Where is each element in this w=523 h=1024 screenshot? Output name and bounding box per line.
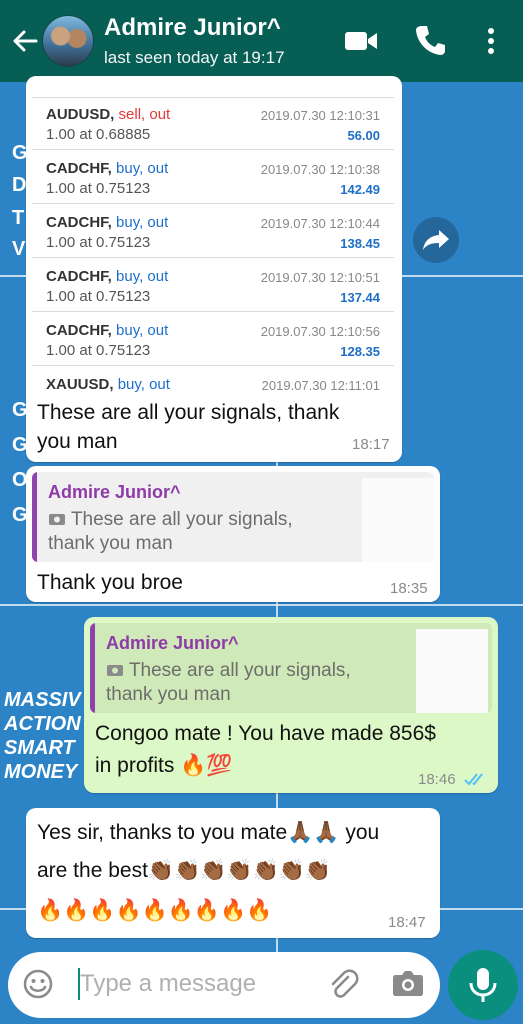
back-button[interactable]: [10, 24, 40, 58]
video-call-icon: [345, 32, 377, 50]
trade-row: CADCHF, buy, out 1.00 at 0.75123 2019.07…: [32, 150, 394, 204]
message-composer: Type a message: [8, 952, 440, 1018]
message-time: 18:47: [388, 914, 426, 931]
forward-button[interactable]: [413, 217, 459, 263]
message-text: you man: [37, 430, 118, 453]
paperclip-icon: [331, 969, 359, 998]
video-call-button[interactable]: [344, 28, 378, 59]
trade-screenshot[interactable]: AUDUSD, sell, out 1.00 at 0.68885 2019.0…: [32, 84, 394, 394]
quoted-text: These are all your signals, thank you ma…: [48, 509, 293, 554]
quoted-text: These are all your signals, thank you ma…: [106, 660, 351, 705]
message-text: Yes sir, thanks to you mate🙏🏾🙏🏾 you: [37, 821, 380, 844]
message-text: are the best👏🏾👏🏾👏🏾👏🏾👏🏾👏🏾👏🏾: [37, 859, 331, 882]
wallpaper-letter: V: [12, 238, 26, 260]
last-seen-status: last seen today at 19:17: [104, 48, 285, 67]
message-text: 🔥🔥🔥🔥🔥🔥🔥🔥🔥: [37, 899, 273, 922]
message-input[interactable]: Type a message: [80, 970, 256, 998]
trade-row: CADCHF, buy, out 1.00 at 0.75123 2019.07…: [32, 312, 394, 366]
camera-button[interactable]: [392, 968, 424, 1003]
message-bubble-incoming[interactable]: Yes sir, thanks to you mate🙏🏾🙏🏾 you are …: [26, 808, 440, 938]
emoji-icon: [23, 969, 53, 999]
quoted-message[interactable]: Admire Junior^ These are all your signal…: [32, 472, 434, 562]
quoted-author: Admire Junior^: [48, 482, 181, 502]
message-text: Thank you broe: [37, 571, 183, 594]
photo-icon: [107, 665, 123, 676]
chat-header: Admire Junior^ last seen today at 19:17: [0, 0, 523, 82]
voice-record-button[interactable]: [448, 950, 518, 1020]
back-arrow-icon: [13, 30, 38, 52]
message-bubble-incoming[interactable]: Admire Junior^ These are all your signal…: [26, 466, 440, 602]
quoted-message[interactable]: Admire Junior^ These are all your signal…: [90, 623, 492, 713]
contact-name[interactable]: Admire Junior^: [104, 14, 281, 42]
quoted-author: Admire Junior^: [106, 633, 239, 653]
wallpaper-line: [0, 604, 523, 606]
trade-row: CADCHF, buy, out 1.00 at 0.75123 2019.07…: [32, 258, 394, 312]
wallpaper-brand: MASSIV ACTION SMART MONEY: [4, 689, 81, 783]
message-bubble-outgoing[interactable]: Admire Junior^ These are all your signal…: [84, 617, 498, 793]
emoji-button[interactable]: [22, 968, 54, 1005]
message-text: in profits 🔥💯: [95, 754, 233, 777]
trade-row: AUDUSD, sell, out 1.00 at 0.68885 2019.0…: [32, 96, 394, 150]
forward-icon: [423, 230, 449, 250]
trade-row: CADCHF, buy, out 1.00 at 0.75123 2019.07…: [32, 204, 394, 258]
more-vert-icon: [488, 28, 494, 54]
phone-icon: [416, 26, 445, 55]
message-time: 18:46: [418, 771, 456, 788]
call-button[interactable]: [415, 24, 445, 61]
message-text: These are all your signals, thank: [37, 401, 340, 424]
wallpaper-letter: T: [12, 207, 26, 229]
avatar[interactable]: [42, 15, 94, 67]
message-time: 18:35: [390, 580, 428, 597]
quoted-thumbnail: [362, 478, 434, 562]
message-time: 18:17: [352, 436, 390, 453]
attach-button[interactable]: [326, 968, 360, 1007]
message-text: Congoo mate ! You have made 856$: [95, 722, 436, 745]
trade-row: XAUUSD, buy, out 2019.07.30 12:11:01: [46, 376, 380, 393]
mic-icon: [469, 968, 497, 1002]
quoted-thumbnail: [416, 629, 488, 713]
camera-icon: [393, 971, 423, 996]
double-check-icon: [464, 773, 483, 786]
photo-icon: [49, 514, 65, 525]
menu-button[interactable]: [486, 27, 496, 60]
